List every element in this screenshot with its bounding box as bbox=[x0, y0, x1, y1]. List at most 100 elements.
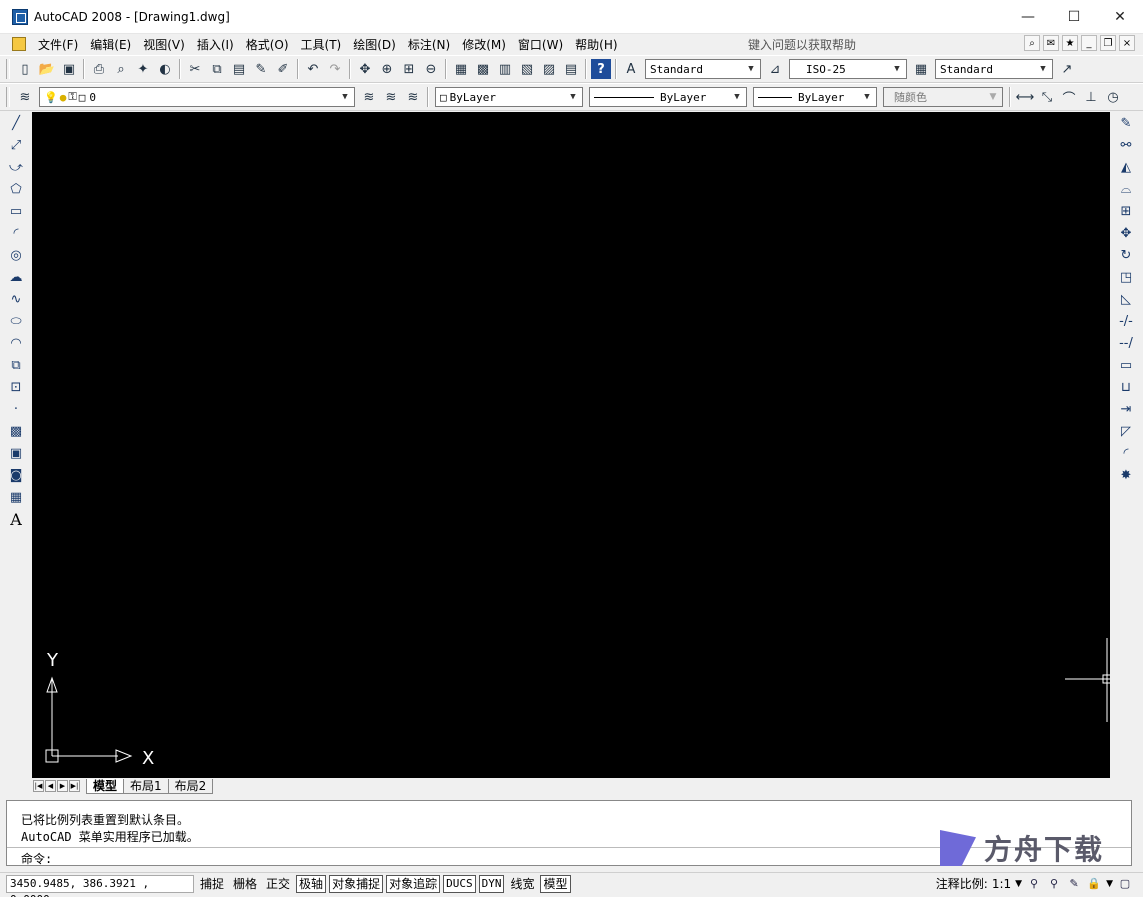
menu-edit[interactable]: 编辑(E) bbox=[84, 36, 137, 53]
doc-minimize-icon[interactable]: _ bbox=[1081, 35, 1097, 51]
snap-toggle[interactable]: 捕捉 bbox=[197, 875, 227, 893]
annotation-scale-value[interactable]: 1:1 bbox=[992, 877, 1011, 891]
favorites-icon[interactable]: ★ bbox=[1062, 35, 1078, 51]
region-icon[interactable]: ◙ bbox=[6, 465, 26, 485]
ordinate-dimension-icon[interactable]: ⊥ bbox=[1081, 87, 1101, 107]
grid-toggle[interactable]: 栅格 bbox=[230, 875, 260, 893]
mirror-icon[interactable]: ◭ bbox=[1116, 157, 1136, 177]
cut-icon[interactable]: ✂ bbox=[185, 59, 205, 79]
tab-layout2[interactable]: 布局2 bbox=[167, 778, 214, 794]
gradient-icon[interactable]: ▣ bbox=[6, 443, 26, 463]
sheet-set-icon[interactable]: ▧ bbox=[517, 59, 537, 79]
revision-cloud-icon[interactable]: ☁ bbox=[6, 267, 26, 287]
menu-tools[interactable]: 工具(T) bbox=[295, 36, 348, 53]
rectangle-icon[interactable]: ▭ bbox=[6, 201, 26, 221]
make-block-icon[interactable]: ⊡ bbox=[6, 377, 26, 397]
chevron-down-icon[interactable]: ▼ bbox=[860, 90, 874, 104]
markup-icon[interactable]: ▨ bbox=[539, 59, 559, 79]
tool-palettes-icon[interactable]: ▥ bbox=[495, 59, 515, 79]
menu-help[interactable]: 帮助(H) bbox=[569, 36, 623, 53]
chevron-down-icon[interactable]: ▼ bbox=[1106, 879, 1113, 889]
calculator-icon[interactable]: ▤ bbox=[561, 59, 581, 79]
lineweight-select[interactable]: ByLayer ▼ bbox=[753, 87, 877, 107]
maximize-button[interactable]: ☐ bbox=[1051, 0, 1097, 34]
dyn-toggle[interactable]: DYN bbox=[478, 874, 505, 893]
close-button[interactable]: ✕ bbox=[1097, 0, 1143, 34]
doc-restore-icon[interactable]: ❐ bbox=[1100, 35, 1116, 51]
menu-insert[interactable]: 插入(I) bbox=[191, 36, 240, 53]
new-file-icon[interactable]: ▯ bbox=[15, 59, 35, 79]
help-icon[interactable]: ? bbox=[591, 59, 611, 79]
zoom-realtime-icon[interactable]: ⊕ bbox=[377, 59, 397, 79]
publish-icon[interactable]: ✦ bbox=[133, 59, 153, 79]
linetype-select[interactable]: ByLayer ▼ bbox=[589, 87, 747, 107]
osnap-toggle[interactable]: 对象捕捉 bbox=[329, 874, 384, 893]
chevron-down-icon[interactable]: ▼ bbox=[1015, 879, 1022, 889]
doc-close-icon[interactable]: × bbox=[1119, 35, 1135, 51]
make-object-layer-current-icon[interactable]: ≋ bbox=[359, 87, 379, 107]
next-tab-icon[interactable]: ▶ bbox=[57, 780, 68, 792]
trim-icon[interactable]: -/- bbox=[1116, 311, 1136, 331]
toolbar-grip[interactable] bbox=[6, 59, 10, 79]
linear-dimension-icon[interactable]: ⟷ bbox=[1015, 87, 1035, 107]
chevron-down-icon[interactable]: ▼ bbox=[744, 62, 758, 76]
chevron-down-icon[interactable]: ▼ bbox=[1036, 62, 1050, 76]
prev-tab-icon[interactable]: ◀ bbox=[45, 780, 56, 792]
break-at-point-icon[interactable]: ▭ bbox=[1116, 355, 1136, 375]
help-search-input[interactable]: 键入问题以获取帮助 bbox=[748, 36, 856, 53]
explode-icon[interactable]: ✸ bbox=[1116, 465, 1136, 485]
settings-icon[interactable]: ✎ bbox=[1066, 876, 1082, 892]
array-icon[interactable]: ⊞ bbox=[1116, 201, 1136, 221]
ellipse-icon[interactable]: ⬭ bbox=[6, 311, 26, 331]
design-center-icon[interactable]: ▩ bbox=[473, 59, 493, 79]
chevron-down-icon[interactable]: ▼ bbox=[730, 90, 744, 104]
plot-preview-icon[interactable]: ⌕ bbox=[111, 59, 131, 79]
insert-block-icon[interactable]: ⧉ bbox=[6, 355, 26, 375]
spline-icon[interactable]: ∿ bbox=[6, 289, 26, 309]
autocad-app-icon[interactable] bbox=[12, 8, 28, 25]
join-icon[interactable]: ⇥ bbox=[1116, 399, 1136, 419]
otrack-toggle[interactable]: 对象追踪 bbox=[386, 874, 441, 893]
coordinates-readout[interactable]: 3450.9485, 386.3921 , 0.0000 bbox=[6, 874, 194, 897]
menu-file[interactable]: 文件(F) bbox=[32, 36, 84, 53]
communication-center-icon[interactable]: ✉ bbox=[1043, 35, 1059, 51]
properties-icon[interactable]: ▦ bbox=[451, 59, 471, 79]
zoom-window-icon[interactable]: ⊞ bbox=[399, 59, 419, 79]
undo-icon[interactable]: ↶ bbox=[303, 59, 323, 79]
toolbar-grip[interactable] bbox=[6, 87, 10, 107]
menu-view[interactable]: 视图(V) bbox=[137, 36, 191, 53]
menu-dimension[interactable]: 标注(N) bbox=[402, 36, 456, 53]
first-tab-icon[interactable]: |◀ bbox=[33, 780, 44, 792]
tab-layout1[interactable]: 布局1 bbox=[123, 778, 169, 794]
construction-line-icon[interactable]: ⤢ bbox=[6, 135, 26, 155]
lineweight-toggle[interactable]: 线宽 bbox=[507, 875, 537, 893]
offset-icon[interactable]: ⌓ bbox=[1116, 179, 1136, 199]
auto-scale-icon[interactable]: ⚲ bbox=[1046, 876, 1062, 892]
block-editor-icon[interactable]: ✐ bbox=[273, 59, 293, 79]
drawing-canvas[interactable]: Y X bbox=[32, 112, 1110, 778]
polyline-icon[interactable]: ⤻ bbox=[6, 157, 26, 177]
menu-window[interactable]: 窗口(W) bbox=[512, 36, 569, 53]
save-icon[interactable]: ▣ bbox=[59, 59, 79, 79]
color-select[interactable]: □ ByLayer ▼ bbox=[435, 87, 583, 107]
tab-model[interactable]: 模型 bbox=[86, 778, 125, 794]
chevron-down-icon[interactable]: ▼ bbox=[890, 62, 904, 76]
table-icon[interactable]: ▦ bbox=[6, 487, 26, 507]
copy-icon[interactable]: ⧉ bbox=[207, 59, 227, 79]
menu-format[interactable]: 格式(O) bbox=[240, 36, 295, 53]
layer-states-icon[interactable]: ≋ bbox=[403, 87, 423, 107]
break-icon[interactable]: ⊔ bbox=[1116, 377, 1136, 397]
chevron-down-icon[interactable]: ▼ bbox=[338, 90, 352, 104]
menu-draw[interactable]: 绘图(D) bbox=[347, 36, 402, 53]
circle-icon[interactable]: ◎ bbox=[6, 245, 26, 265]
copy-object-icon[interactable]: ⚯ bbox=[1116, 135, 1136, 155]
layer-manager-icon[interactable]: ≋ bbox=[15, 87, 35, 107]
arc-length-icon[interactable]: ⌒ bbox=[1059, 87, 1079, 107]
lock-icon[interactable]: 🔒 bbox=[1086, 876, 1102, 892]
text-style-icon[interactable]: A bbox=[621, 59, 641, 79]
dimension-style-icon[interactable]: ⊿ bbox=[765, 59, 785, 79]
ellipse-arc-icon[interactable]: ◠ bbox=[6, 333, 26, 353]
hatch-icon[interactable]: ▩ bbox=[6, 421, 26, 441]
point-icon[interactable]: · bbox=[6, 399, 26, 419]
match-properties-icon[interactable]: ✎ bbox=[251, 59, 271, 79]
